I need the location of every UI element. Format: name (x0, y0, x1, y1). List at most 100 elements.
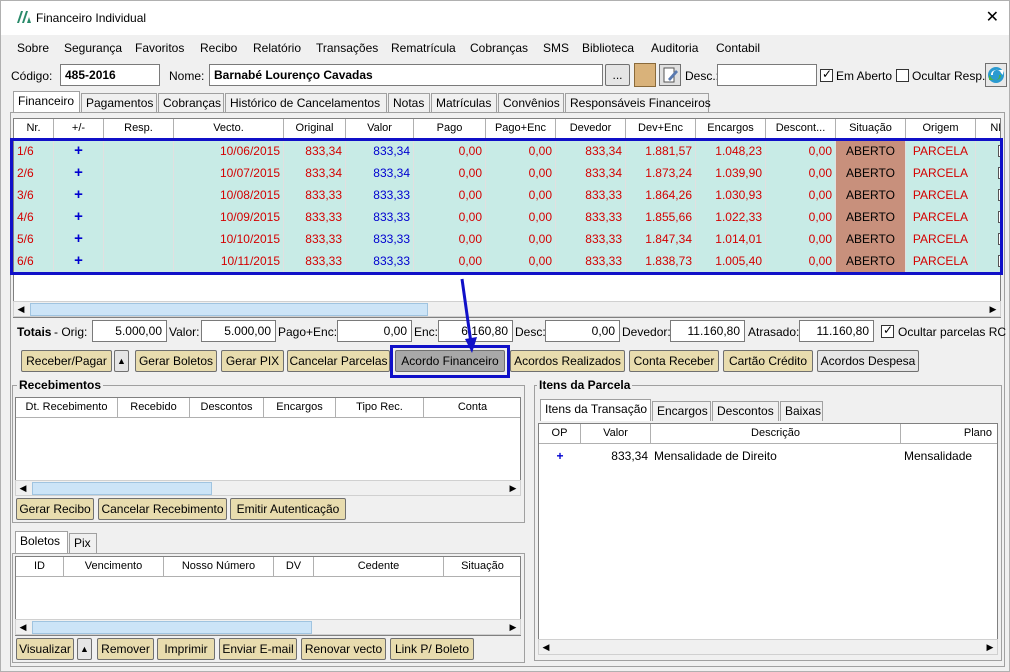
itens-hscroll[interactable]: ◀ ▶ (538, 639, 998, 655)
col-pago[interactable]: Pago (414, 119, 486, 139)
conta-receber-button[interactable]: Conta Receber (629, 350, 719, 372)
codigo-field[interactable]: 485-2016 (60, 64, 160, 86)
menu-seguranca[interactable]: Segurança (64, 41, 122, 55)
col-plus-minus[interactable]: +/- (54, 119, 104, 139)
acordos-realizados-button[interactable]: Acordos Realizados (510, 350, 625, 372)
imprimir-button[interactable]: Imprimir (157, 638, 215, 660)
menu-auditoria[interactable]: Auditoria (651, 41, 698, 55)
tab-descontos[interactable]: Descontos (712, 401, 779, 421)
col-descricao[interactable]: Descrição (651, 424, 901, 444)
scroll-thumb[interactable] (30, 303, 428, 316)
menu-transacoes[interactable]: Transações (316, 41, 378, 55)
visualizar-dropdown-icon[interactable]: ▲ (77, 638, 92, 660)
scroll-left-icon[interactable]: ◀ (16, 620, 30, 634)
recebimentos-hscroll[interactable]: ◀ ▶ (15, 480, 521, 496)
parcelas-hscroll[interactable]: ◀ ▶ (13, 301, 1001, 317)
col-dev-enc[interactable]: Dev+Enc (626, 119, 696, 139)
menu-relatorio[interactable]: Relatório (253, 41, 301, 55)
tab-baixas[interactable]: Baixas (780, 401, 823, 421)
col-devedor[interactable]: Devedor (556, 119, 626, 139)
tab-notas[interactable]: Notas (388, 93, 430, 113)
scroll-thumb[interactable] (32, 621, 312, 634)
col-nr[interactable]: Nr. (14, 119, 54, 139)
col-dv[interactable]: DV (274, 557, 314, 577)
totais-devedor-field[interactable]: 11.160,80 (670, 320, 745, 342)
col-vecto[interactable]: Vecto. (174, 119, 284, 139)
col-valor[interactable]: Valor (346, 119, 414, 139)
col-pago-enc[interactable]: Pago+Enc (486, 119, 556, 139)
tab-responsaveis-financeiros[interactable]: Responsáveis Financeiros (565, 93, 711, 113)
col-cedente[interactable]: Cedente (314, 557, 444, 577)
totais-pagoenc-field[interactable]: 0,00 (337, 320, 412, 342)
tab-pix[interactable]: Pix (69, 533, 97, 553)
scroll-right-icon[interactable]: ▶ (986, 302, 1000, 316)
refresh-icon[interactable] (985, 63, 1007, 87)
scroll-left-icon[interactable]: ◀ (14, 302, 28, 316)
totais-desc-field[interactable]: 0,00 (545, 320, 620, 342)
col-dt-recebimento[interactable]: Dt. Recebimento (16, 398, 118, 418)
edit-document-icon[interactable] (659, 64, 681, 86)
tab-itens-transacao[interactable]: Itens da Transação (540, 399, 651, 421)
col-encargos[interactable]: Encargos (264, 398, 336, 418)
col-descontos[interactable]: Descontos (190, 398, 264, 418)
gerar-pix-button[interactable]: Gerar PIX (221, 350, 284, 372)
col-nf[interactable]: NF (976, 119, 1000, 139)
menu-sms[interactable]: SMS (543, 41, 569, 55)
menu-cobrancas[interactable]: Cobranças (470, 41, 528, 55)
col-descontos[interactable]: Descont... (766, 119, 836, 139)
tab-financeiro[interactable]: Financeiro (13, 91, 80, 113)
boletos-hscroll[interactable]: ◀ ▶ (15, 619, 521, 635)
scroll-right-icon[interactable]: ▶ (506, 481, 520, 495)
cancelar-parcelas-button[interactable]: Cancelar Parcelas (287, 350, 390, 372)
col-origem[interactable]: Origem (906, 119, 976, 139)
ocultar-resp-checkbox[interactable] (896, 69, 909, 82)
search-nome-button[interactable]: ... (605, 64, 630, 86)
person-card-icon[interactable] (634, 63, 656, 87)
totais-orig-field[interactable]: 5.000,00 (92, 320, 167, 342)
col-situacao[interactable]: Situação (836, 119, 906, 139)
col-tipo-rec[interactable]: Tipo Rec. (336, 398, 424, 418)
col-valor[interactable]: Valor (581, 424, 651, 444)
menu-sobre[interactable]: Sobre (17, 41, 49, 55)
tab-cobrancas[interactable]: Cobranças (158, 93, 224, 113)
receber-pagar-button[interactable]: Receber/Pagar (21, 350, 112, 372)
scroll-left-icon[interactable]: ◀ (539, 640, 553, 654)
receber-dropdown-icon[interactable]: ▲ (114, 350, 129, 372)
em-aberto-checkbox[interactable] (820, 67, 833, 82)
col-op[interactable]: OP (539, 424, 581, 444)
close-icon[interactable]: ✕ (986, 7, 999, 27)
visualizar-button[interactable]: Visualizar (16, 638, 74, 660)
scroll-right-icon[interactable]: ▶ (506, 620, 520, 634)
nome-field[interactable]: Barnabé Lourenço Cavadas (209, 64, 603, 86)
col-conta[interactable]: Conta (424, 398, 520, 418)
tab-historico-cancelamentos[interactable]: Histórico de Cancelamentos (225, 93, 387, 113)
cartao-credito-button[interactable]: Cartão Crédito (723, 350, 813, 372)
itens-row[interactable]: + 833,34 Mensalidade de Direito Mensalid… (539, 445, 997, 467)
col-encargos[interactable]: Encargos (696, 119, 766, 139)
menu-contabil[interactable]: Contabil (716, 41, 760, 55)
scroll-thumb[interactable] (32, 482, 212, 495)
col-nosso-numero[interactable]: Nosso Número (164, 557, 274, 577)
scroll-right-icon[interactable]: ▶ (983, 640, 997, 654)
acordos-despesa-button[interactable]: Acordos Despesa (817, 350, 919, 372)
renovar-vecto-button[interactable]: Renovar vecto (301, 638, 386, 660)
col-resp[interactable]: Resp. (104, 119, 174, 139)
desc-field[interactable] (717, 64, 817, 86)
col-original[interactable]: Original (284, 119, 346, 139)
totais-atrasado-field[interactable]: 11.160,80 (799, 320, 874, 342)
tab-encargos[interactable]: Encargos (652, 401, 711, 421)
emitir-autenticacao-button[interactable]: Emitir Autenticação (230, 498, 346, 520)
scroll-left-icon[interactable]: ◀ (16, 481, 30, 495)
menu-rematricula[interactable]: Rematrícula (391, 41, 456, 55)
gerar-boletos-button[interactable]: Gerar Boletos (135, 350, 217, 372)
ocultar-parcelas-checkbox[interactable] (881, 323, 894, 338)
link-boleto-button[interactable]: Link P/ Boleto (390, 638, 474, 660)
tab-pagamentos[interactable]: Pagamentos (81, 93, 157, 113)
menu-recibo[interactable]: Recibo (200, 41, 237, 55)
col-vencimento[interactable]: Vencimento (64, 557, 164, 577)
tab-boletos[interactable]: Boletos (15, 531, 68, 553)
tab-matriculas[interactable]: Matrículas (431, 93, 497, 113)
gerar-recibo-button[interactable]: Gerar Recibo (16, 498, 94, 520)
cancelar-recebimento-button[interactable]: Cancelar Recebimento (98, 498, 227, 520)
menu-favoritos[interactable]: Favoritos (135, 41, 184, 55)
